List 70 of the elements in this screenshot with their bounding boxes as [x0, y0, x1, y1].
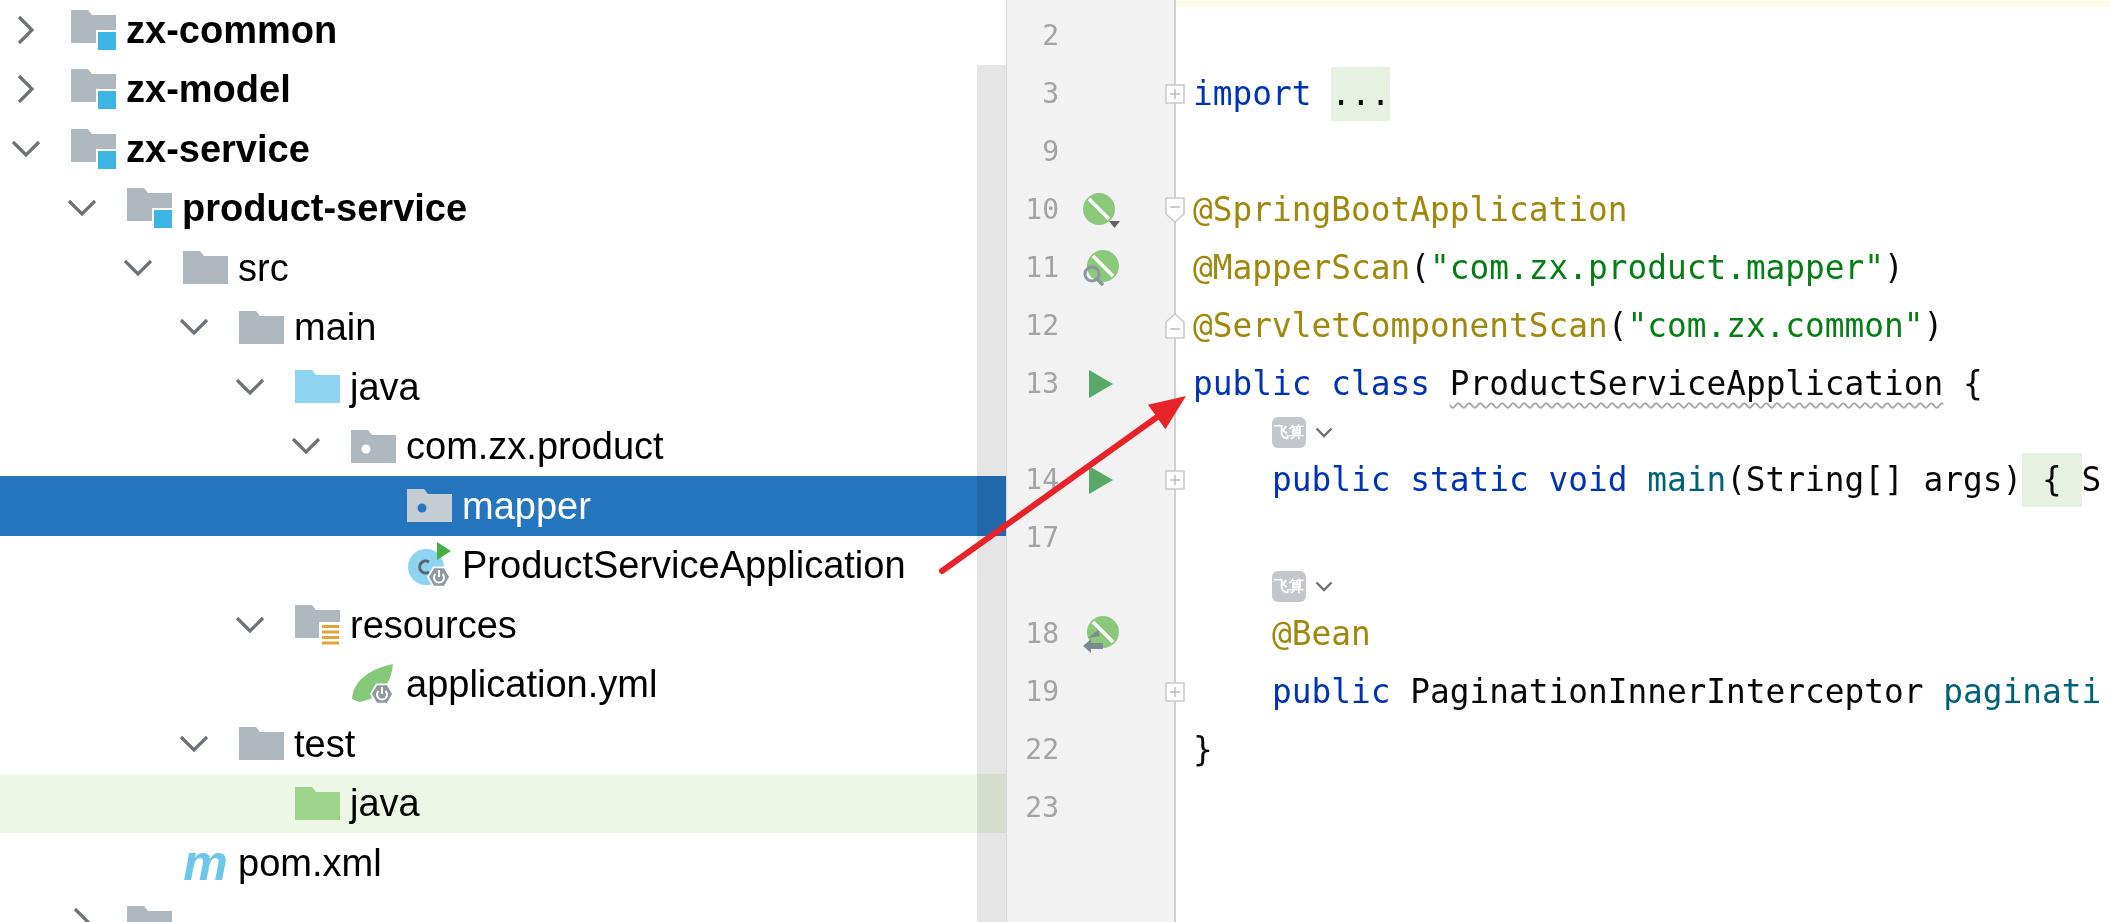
- chevron-down-icon[interactable]: [1314, 426, 1333, 438]
- module-folder-icon: [71, 128, 116, 169]
- tree-item[interactable]: java: [0, 773, 1006, 833]
- resources-folder-icon: [295, 604, 340, 645]
- chevron-down-icon[interactable]: [123, 258, 153, 277]
- line-number: 9: [1041, 135, 1059, 169]
- module-folder-icon: [71, 9, 116, 50]
- leaf-arrow-icon[interactable]: [1082, 615, 1120, 653]
- tree-item[interactable]: main: [174, 297, 377, 357]
- leaf-dropdown-icon[interactable]: [1082, 191, 1120, 229]
- tree-item[interactable]: zx-service: [6, 119, 310, 179]
- line-number: 12: [1024, 309, 1059, 343]
- line-number: 22: [1024, 733, 1059, 767]
- code-line: @SpringBootApplication: [1193, 190, 1628, 230]
- chevron-down-icon[interactable]: [1314, 580, 1333, 592]
- line-number: 13: [1024, 367, 1059, 401]
- chevron-down-icon[interactable]: [179, 734, 209, 753]
- tree-item[interactable]: zx-model: [6, 59, 291, 119]
- module-folder-icon: [127, 188, 172, 229]
- play-icon[interactable]: [1089, 466, 1113, 494]
- code-line: public class ProductServiceApplication {: [1193, 364, 1983, 404]
- tree-item[interactable]: com.zx.product: [286, 416, 664, 476]
- tree-item[interactable]: src: [118, 238, 289, 298]
- code-line: import ...: [1193, 67, 1391, 121]
- line-number: 3: [1041, 77, 1059, 111]
- tree-item[interactable]: mapper: [0, 476, 1006, 536]
- tree-item[interactable]: application.yml: [286, 654, 658, 714]
- source-folder-icon: [295, 370, 340, 404]
- chevron-down-icon[interactable]: [235, 377, 265, 396]
- code-line: public static void main(String[] args) { S: [1271, 453, 2102, 507]
- chevron-down-icon[interactable]: [11, 139, 41, 158]
- tree-item[interactable]: test: [174, 714, 356, 774]
- code-line: }: [1193, 730, 1213, 770]
- scrollbar-thumb[interactable]: [977, 65, 1006, 922]
- code-line: @ServletComponentScan("com.zx.common"): [1193, 306, 1944, 346]
- package-icon: [407, 489, 452, 523]
- tree-item[interactable]: product-service: [62, 178, 468, 238]
- chevron-down-icon[interactable]: [235, 615, 265, 634]
- line-number: 10: [1024, 193, 1059, 227]
- chevron-right-icon[interactable]: [17, 14, 35, 45]
- code-line: @MapperScan("com.zx.product.mapper"): [1193, 248, 1904, 288]
- line-number: 11: [1024, 251, 1059, 285]
- code-line: @Bean: [1271, 614, 1371, 654]
- chevron-down-icon[interactable]: [291, 437, 321, 456]
- code-line: public PaginationInnerInterceptor paginati: [1271, 672, 2102, 712]
- tree-item[interactable]: m pom.xml: [118, 833, 382, 893]
- tree-item[interactable]: zx-common: [6, 0, 338, 60]
- line-number: 17: [1024, 521, 1059, 555]
- folder-icon: [239, 727, 284, 761]
- chevron-down-icon[interactable]: [67, 199, 97, 218]
- leaf-search-icon[interactable]: [1082, 249, 1120, 287]
- line-number: 2: [1041, 19, 1059, 53]
- chevron-down-icon[interactable]: [179, 318, 209, 337]
- line-number: 23: [1024, 791, 1059, 825]
- tree-item[interactable]: ProductServiceApplication: [342, 535, 906, 595]
- letter-m-icon: m: [183, 842, 228, 883]
- line-number: 14: [1024, 463, 1059, 497]
- line-number: 19: [1024, 675, 1059, 709]
- class-icon: [407, 541, 452, 589]
- tree-item[interactable]: resources: [230, 595, 517, 655]
- module-folder-icon: [71, 69, 116, 110]
- folder-icon: [183, 251, 228, 285]
- chevron-right-icon[interactable]: [17, 74, 35, 105]
- test-folder-icon: [295, 786, 340, 820]
- line-number: 18: [1024, 617, 1059, 651]
- package-icon: [351, 429, 396, 463]
- leaf-file-icon: [351, 662, 396, 706]
- play-icon[interactable]: [1089, 370, 1113, 398]
- tree-item[interactable]: java: [230, 357, 420, 417]
- folder-icon: [239, 310, 284, 344]
